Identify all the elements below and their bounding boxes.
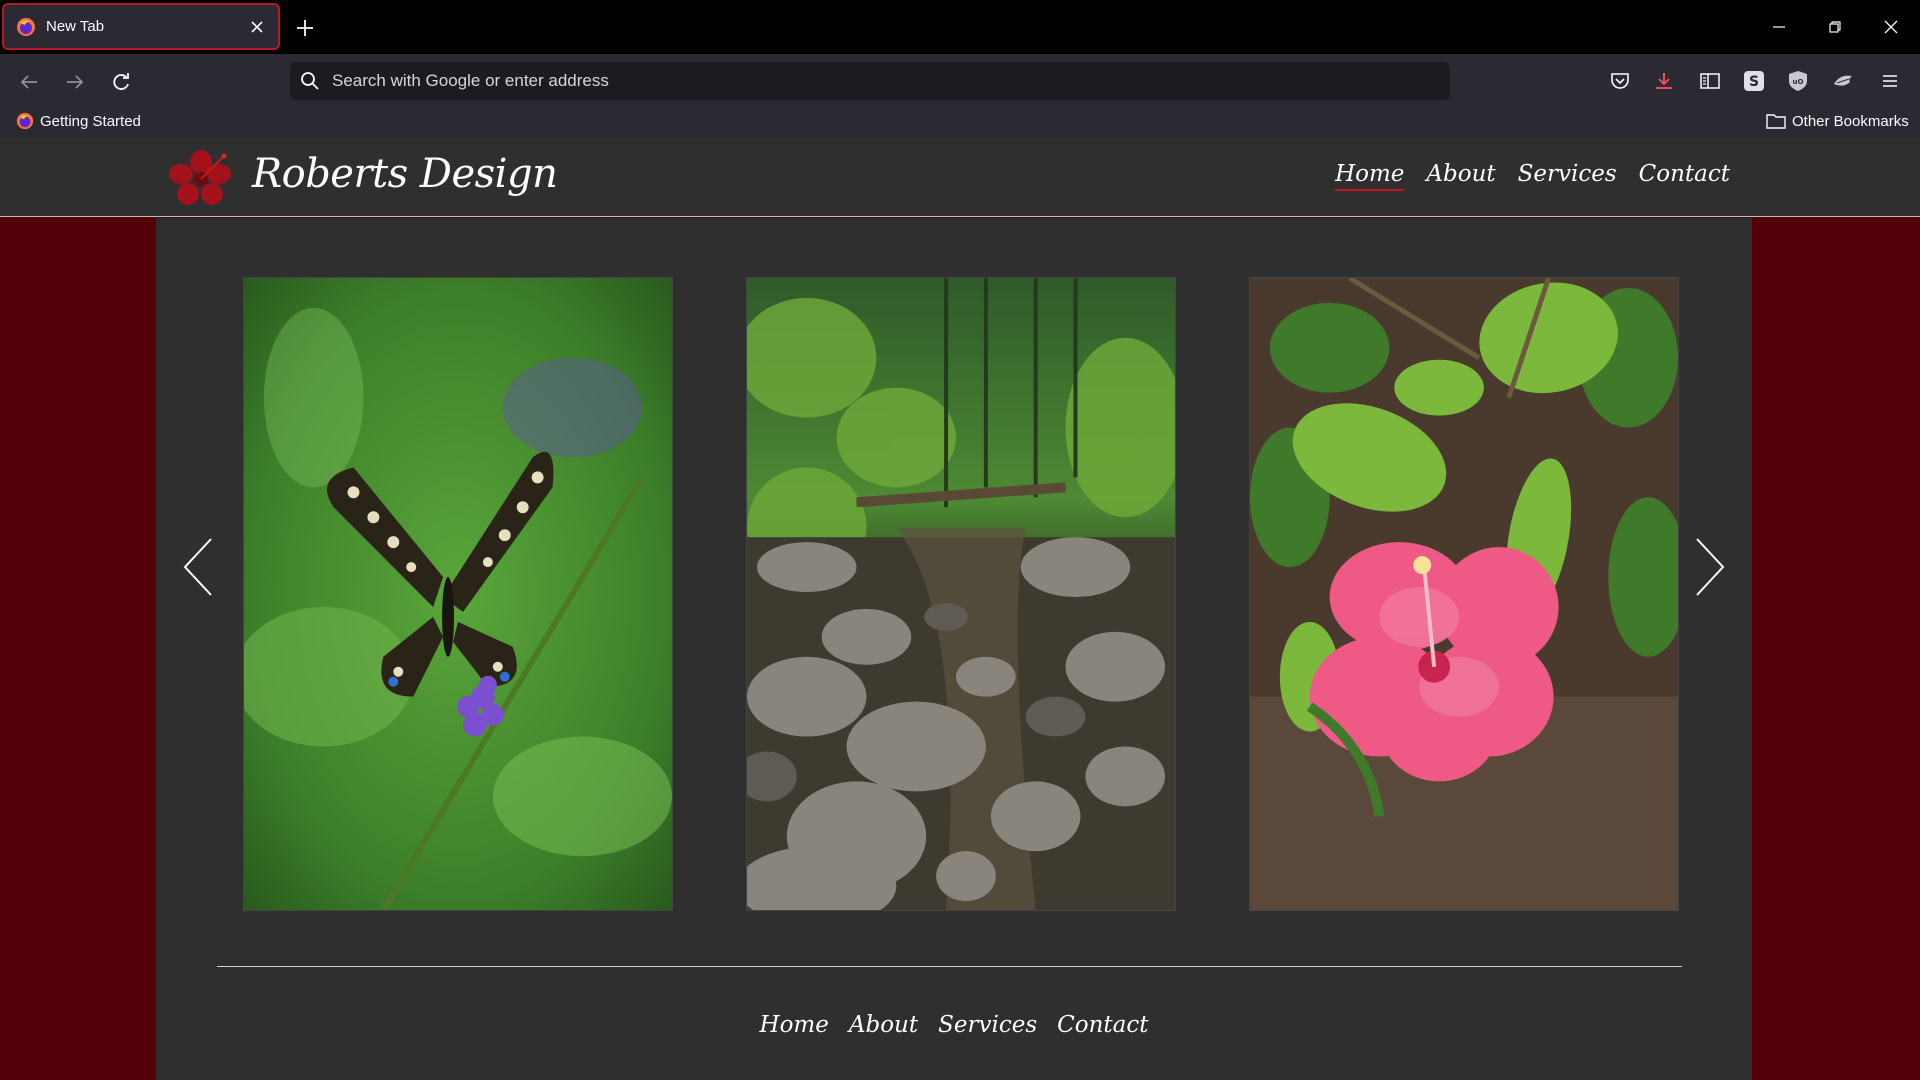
- extension-bird-icon[interactable]: [1830, 67, 1858, 95]
- footer-nav: Home About Services Contact: [156, 1012, 1752, 1038]
- tab-title: New Tab: [46, 18, 105, 35]
- bookmark-getting-started[interactable]: Getting Started: [16, 112, 141, 130]
- search-icon: [301, 72, 319, 90]
- previous-arrow-icon[interactable]: [180, 536, 216, 598]
- firefox-icon: [17, 17, 35, 36]
- site-header: Roberts Design Home About Services Conta…: [0, 137, 1920, 217]
- new-tab-icon[interactable]: [292, 15, 318, 41]
- restore-icon[interactable]: [1822, 14, 1848, 40]
- menu-icon[interactable]: [1876, 67, 1904, 95]
- gallery-section: Home About Services Contact: [156, 218, 1752, 1080]
- address-input[interactable]: [332, 71, 1412, 91]
- back-icon[interactable]: [14, 67, 44, 97]
- footer-nav-home[interactable]: Home: [760, 1012, 829, 1038]
- svg-text:S: S: [1749, 74, 1759, 90]
- folder-icon: [1766, 114, 1786, 129]
- site-title[interactable]: Roberts Design: [252, 151, 558, 197]
- gallery-photo-hibiscus[interactable]: [1249, 277, 1679, 911]
- stream-image: [747, 278, 1175, 910]
- footer-nav-services[interactable]: Services: [938, 1012, 1037, 1038]
- gallery-photo-stream[interactable]: [746, 277, 1176, 911]
- site-nav: Home About Services Contact: [1335, 161, 1730, 191]
- bookmarks-toolbar: Getting Started Other Bookmarks: [0, 109, 1920, 137]
- minimize-icon[interactable]: [1766, 14, 1792, 40]
- browser-tab[interactable]: New Tab: [2, 3, 280, 50]
- next-arrow-icon[interactable]: [1692, 536, 1728, 598]
- nav-contact[interactable]: Contact: [1639, 161, 1730, 191]
- address-bar[interactable]: [290, 62, 1450, 100]
- bookmark-label: Getting Started: [40, 112, 141, 130]
- footer-nav-about[interactable]: About: [849, 1012, 918, 1038]
- svg-text:uO: uO: [1793, 78, 1804, 86]
- extension-s-icon[interactable]: S: [1740, 67, 1768, 95]
- footer-nav-contact[interactable]: Contact: [1057, 1012, 1148, 1038]
- bookmark-label: Other Bookmarks: [1792, 112, 1909, 130]
- close-tab-icon[interactable]: [248, 18, 266, 36]
- footer-divider: [217, 966, 1682, 967]
- web-page: Roberts Design Home About Services Conta…: [0, 137, 1920, 1080]
- close-window-icon[interactable]: [1878, 14, 1904, 40]
- firefox-icon: [16, 112, 34, 130]
- nav-about[interactable]: About: [1426, 161, 1495, 191]
- pocket-icon[interactable]: [1606, 67, 1634, 95]
- hibiscus-logo[interactable]: [166, 148, 236, 208]
- other-bookmarks-folder[interactable]: Other Bookmarks: [1766, 112, 1909, 130]
- downloads-icon[interactable]: [1650, 67, 1678, 95]
- gallery-photo-butterfly[interactable]: [243, 277, 673, 911]
- nav-services[interactable]: Services: [1518, 161, 1617, 191]
- ublock-origin-icon[interactable]: uO: [1784, 67, 1812, 95]
- sidebar-icon[interactable]: [1696, 67, 1724, 95]
- forward-icon[interactable]: [60, 67, 90, 97]
- nav-home[interactable]: Home: [1335, 161, 1405, 191]
- tab-bar: New Tab: [0, 0, 1920, 54]
- butterfly-image: [244, 278, 672, 910]
- navigation-toolbar: S uO: [0, 54, 1920, 109]
- reload-icon[interactable]: [106, 67, 136, 97]
- hibiscus-image: [1250, 278, 1678, 910]
